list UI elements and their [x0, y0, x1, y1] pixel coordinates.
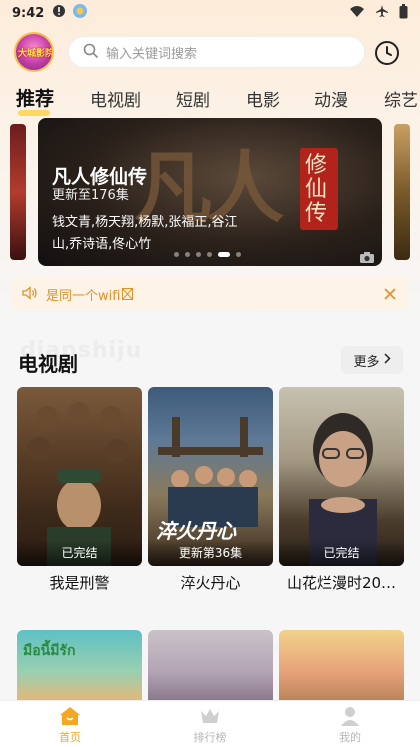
- banner-subtitle: 更新至176集: [52, 188, 129, 203]
- logo-text: 大城影院: [17, 49, 54, 59]
- bottom-navigation: 首页 排行榜 我的: [0, 700, 420, 747]
- carousel-dot[interactable]: [196, 252, 201, 257]
- user-icon: [339, 705, 361, 727]
- status-bar: 9:42: [0, 0, 420, 26]
- video-card[interactable]: 已完结 我是刑警: [17, 387, 142, 593]
- video-card-partial[interactable]: [279, 630, 404, 700]
- nav-ranking[interactable]: 排行榜: [170, 705, 250, 745]
- alert-icon: [52, 4, 66, 22]
- carousel-dot[interactable]: [207, 252, 212, 257]
- camera-icon: [360, 248, 374, 263]
- search-bar[interactable]: 输入关键词搜索: [68, 36, 365, 68]
- more-label: 更多: [353, 354, 380, 370]
- battery-icon: [399, 3, 408, 23]
- card-title: 淬火丹心: [180, 574, 241, 592]
- carousel-dot-active[interactable]: [218, 252, 230, 257]
- banner-carousel[interactable]: 凡人 修仙传 凡人修仙传 更新至176集 钱文青,杨天翔,杨默,张福正,谷江山,…: [38, 118, 382, 266]
- video-card[interactable]: 已完结 山花烂漫时20…: [279, 387, 404, 593]
- status-time: 9:42: [12, 5, 45, 21]
- crown-icon: [199, 705, 221, 727]
- carousel-dot[interactable]: [236, 252, 241, 257]
- poster-image[interactable]: 已完结: [279, 387, 404, 566]
- nav-label: 排行榜: [193, 731, 227, 744]
- category-tabs: 推荐 电视剧 短剧 电影 动漫 综艺: [0, 86, 420, 118]
- chevron-right-icon: [383, 352, 391, 368]
- search-icon: [83, 43, 98, 62]
- video-card-partial[interactable]: มือนี้มีรัก: [17, 630, 142, 700]
- tab-anime[interactable]: 动漫: [314, 86, 348, 111]
- nav-home[interactable]: 首页: [30, 705, 110, 745]
- nav-profile[interactable]: 我的: [310, 705, 390, 745]
- search-placeholder: 输入关键词搜索: [106, 46, 198, 62]
- speaker-icon: [22, 285, 38, 304]
- banner-cast: 钱文青,杨天翔,杨默,张福正,谷江山,乔诗语,佟心竹: [52, 215, 238, 252]
- nav-label: 我的: [339, 731, 361, 744]
- banner-prev-peek[interactable]: [10, 124, 26, 260]
- tab-short-drama[interactable]: 短剧: [176, 86, 210, 111]
- notice-bar[interactable]: 是同一个wifi: [12, 278, 408, 310]
- airplane-icon: [375, 4, 389, 22]
- app-header: 大城影院 输入关键词搜索: [0, 30, 420, 76]
- close-icon[interactable]: [382, 286, 398, 302]
- card-title: 我是刑警: [49, 574, 110, 592]
- video-card-partial[interactable]: [148, 630, 273, 700]
- status-badge: 更新第36集: [148, 540, 273, 566]
- card-title: 山花烂漫时20…: [286, 574, 397, 592]
- nav-label: 首页: [59, 731, 81, 744]
- poster-image[interactable]: 已完结: [17, 387, 142, 566]
- history-clock-icon[interactable]: [374, 40, 400, 66]
- status-badge: 已完结: [17, 540, 142, 566]
- carousel-indicator: [174, 252, 241, 257]
- carousel-dot[interactable]: [185, 252, 190, 257]
- tab-recommend[interactable]: 推荐: [16, 86, 54, 111]
- tab-movie[interactable]: 电影: [246, 86, 280, 111]
- section-title: 电视剧: [18, 352, 78, 376]
- tab-tv-series[interactable]: 电视剧: [90, 86, 141, 111]
- banner-seal-text: 修仙传: [305, 153, 328, 226]
- poster-title-text: มือนี้มีรัก: [23, 643, 76, 659]
- wifi-icon: [349, 4, 365, 22]
- tab-variety[interactable]: 综艺: [384, 86, 418, 111]
- status-badge: 已完结: [279, 540, 404, 566]
- app-notification-icon: [72, 3, 88, 23]
- poster-image[interactable]: 淬火丹心 更新第36集: [148, 387, 273, 566]
- carousel-dot[interactable]: [174, 252, 179, 257]
- video-card[interactable]: 淬火丹心 更新第36集 淬火丹心: [148, 387, 273, 593]
- app-logo[interactable]: 大城影院: [14, 32, 54, 72]
- more-button[interactable]: 更多: [341, 346, 403, 374]
- banner-next-peek[interactable]: [394, 124, 410, 260]
- home-icon: [59, 705, 81, 727]
- notice-text: 是同一个wifi: [46, 288, 121, 304]
- notice-glyph-icon: [122, 285, 134, 304]
